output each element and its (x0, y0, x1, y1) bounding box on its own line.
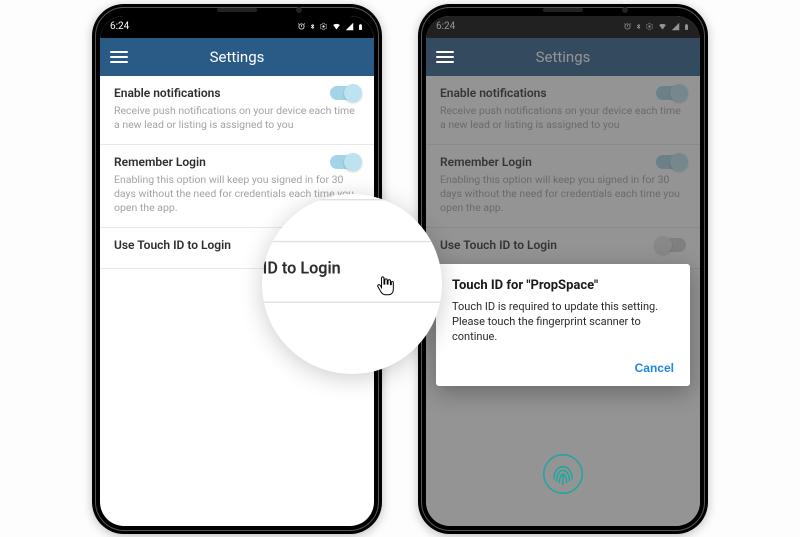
dialog-title: Touch ID for "PropSpace" (452, 278, 674, 293)
status-icons (297, 22, 364, 32)
page-title: Settings (100, 48, 374, 66)
signal-icon (345, 22, 354, 31)
toggle-notifications[interactable] (330, 86, 360, 100)
touch-id-dialog: Touch ID for "PropSpace" Touch ID is req… (436, 264, 690, 386)
setting-label: Enable notifications (114, 86, 221, 100)
menu-icon[interactable] (436, 51, 454, 63)
cancel-button[interactable]: Cancel (635, 361, 674, 375)
setting-enable-notifications[interactable]: Enable notifications Receive push notifi… (100, 76, 374, 145)
wifi-icon (331, 22, 342, 31)
status-bar: 6:24 (100, 16, 374, 38)
menu-icon[interactable] (110, 51, 128, 63)
bluetooth-icon (309, 22, 316, 31)
gear-icon (319, 22, 328, 31)
toggle-remember-login[interactable] (330, 155, 360, 169)
setting-desc: Receive push notifications on your devic… (114, 104, 360, 132)
clock: 6:24 (110, 21, 129, 32)
setting-label: Remember Login (114, 155, 206, 169)
app-bar: Settings (100, 38, 374, 76)
dialog-body: Touch ID is required to update this sett… (452, 299, 674, 345)
battery-icon (357, 22, 364, 32)
screen: 6:24 Settings Enable notifications (426, 16, 700, 526)
zoom-lens: me you open th Use Touch ID to Login (262, 194, 442, 374)
cursor-hand-icon (373, 272, 399, 298)
device-frame: 6:24 Settings Enable notifications (418, 4, 708, 534)
phone-left: 6:24 Settings Enable notifications (92, 4, 382, 534)
phone-right: 6:24 Settings Enable notifications (418, 4, 708, 534)
setting-label: Use Touch ID to Login (114, 238, 231, 252)
fingerprint-icon[interactable] (541, 452, 585, 496)
alarm-icon (297, 22, 306, 31)
